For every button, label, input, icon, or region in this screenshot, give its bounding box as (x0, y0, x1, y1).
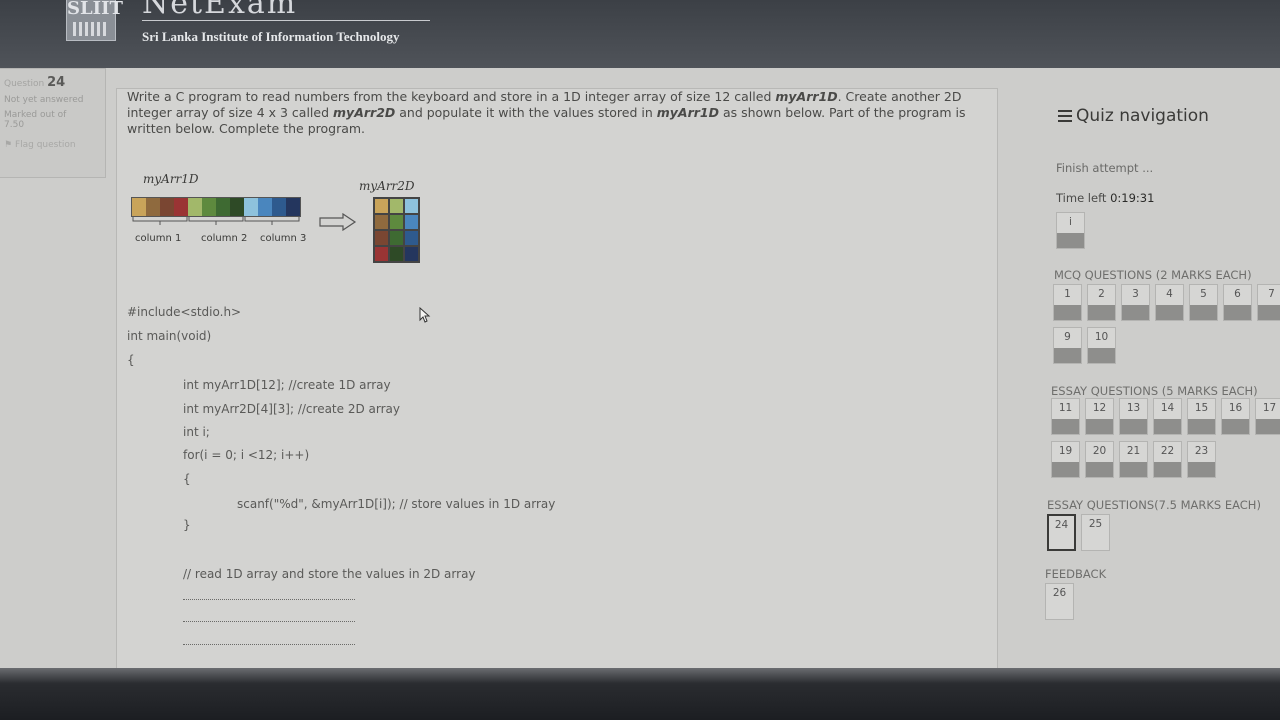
essay5-section-title: ESSAY QUESTIONS (5 MARKS EACH) (1051, 384, 1258, 398)
question-panel: Write a C program to read numbers from t… (116, 88, 998, 670)
array-2d-cell (404, 198, 419, 214)
array-1d-cell (286, 198, 300, 216)
array-1d-cell (230, 198, 244, 216)
mcq-section-title: MCQ QUESTIONS (2 MARKS EACH) (1054, 268, 1252, 282)
question-nav-button-26[interactable]: 26 (1045, 583, 1074, 620)
figure-label-2d: myArr2D (359, 179, 415, 193)
timer: Time left 0:19:31 (1056, 191, 1155, 205)
array-1d-cell (132, 198, 146, 216)
array-2d-cell (374, 198, 389, 214)
array-2d-cell (389, 214, 404, 230)
array-2d-cell (389, 246, 404, 262)
code-line: { (183, 472, 191, 486)
array-1d-cell (160, 198, 174, 216)
page-content: Question 24 Not yet answered Marked out … (0, 68, 1280, 670)
question-nav-button-14[interactable]: 14 (1153, 398, 1182, 435)
array-1d-cell (146, 198, 160, 216)
code-line: int myArr1D[12]; //create 1D array (183, 378, 391, 392)
code-line: int i; (183, 425, 210, 439)
question-text: Write a C program to read numbers from t… (127, 89, 966, 136)
answer-blank-line[interactable] (183, 621, 355, 622)
question-nav-button-23[interactable]: 23 (1187, 441, 1216, 478)
answer-blank-line[interactable] (183, 599, 355, 600)
info-page-button[interactable]: i (1056, 212, 1085, 249)
code-line: } (183, 518, 191, 532)
array-2d-cell (404, 214, 419, 230)
flag-icon: ⚑ (4, 140, 13, 150)
question-nav-button-3[interactable]: 3 (1121, 284, 1150, 321)
question-nav-button-11[interactable]: 11 (1051, 398, 1080, 435)
quiz-navigation-block: Quiz navigation Finish attempt ... Time … (1040, 68, 1280, 668)
question-marks: Marked out of 7.50 (4, 110, 67, 130)
array-1d-cell (272, 198, 286, 216)
question-nav-button-9[interactable]: 9 (1053, 327, 1082, 364)
code-line: int myArr2D[4][3]; //create 2D array (183, 402, 400, 416)
sliit-logo: SLIIT (66, 0, 123, 41)
brand-divider (142, 20, 430, 21)
array-1d-cell (258, 198, 272, 216)
column-2-label: column 2 (201, 233, 248, 244)
question-nav-button-19[interactable]: 19 (1051, 441, 1080, 478)
finish-attempt-link[interactable]: Finish attempt ... (1056, 161, 1153, 175)
array-1d-cell (244, 198, 258, 216)
code-line: #include<stdio.h> (127, 305, 242, 319)
question-nav-button-22[interactable]: 22 (1153, 441, 1182, 478)
code-line: int main(void) (127, 329, 212, 343)
column-brackets (132, 216, 300, 225)
question-nav-button-2[interactable]: 2 (1087, 284, 1116, 321)
question-nav-button-21[interactable]: 21 (1119, 441, 1148, 478)
question-nav-button-17[interactable]: 17 (1255, 398, 1280, 435)
question-nav-button-1[interactable]: 1 (1053, 284, 1082, 321)
institute-name: Sri Lanka Institute of Information Techn… (142, 29, 400, 44)
question-nav-button-25[interactable]: 25 (1081, 514, 1110, 551)
code-comment: // read 1D array and store the values in… (183, 567, 476, 581)
question-nav-button-16[interactable]: 16 (1221, 398, 1250, 435)
code-line: { (127, 353, 135, 367)
question-nav-button-13[interactable]: 13 (1119, 398, 1148, 435)
question-status: Not yet answered (4, 95, 84, 105)
array-2d-cell (389, 198, 404, 214)
array-2d-figure (373, 197, 420, 263)
figure-label-1d: myArr1D (143, 172, 199, 186)
array-2d-cell (374, 214, 389, 230)
array-1d-cell (216, 198, 230, 216)
question-nav-button-5[interactable]: 5 (1189, 284, 1218, 321)
feedback-section-title: FEEDBACK (1045, 567, 1107, 581)
right-arrow-icon (319, 213, 357, 231)
question-nav-button-7[interactable]: 7 (1257, 284, 1280, 321)
site-header: SLIIT NetExam Sri Lanka Institute of Inf… (0, 0, 1280, 70)
array-2d-cell (374, 230, 389, 246)
question-number: Question 24 (4, 75, 66, 90)
question-nav-button-24[interactable]: 24 (1047, 514, 1076, 551)
array-2d-cell (404, 230, 419, 246)
quiz-navigation-title: Quiz navigation (1058, 106, 1209, 126)
column-1-label: column 1 (135, 233, 182, 244)
question-nav-button-15[interactable]: 15 (1187, 398, 1216, 435)
array-1d-cell (202, 198, 216, 216)
array-1d-figure (131, 197, 301, 217)
column-3-label: column 3 (260, 233, 307, 244)
menu-icon (1058, 107, 1072, 125)
mouse-cursor-icon (419, 307, 431, 323)
array-2d-cell (404, 246, 419, 262)
logo-text: SLIIT (67, 0, 123, 19)
monitor-bezel (0, 668, 1280, 720)
question-info-box: Question 24 Not yet answered Marked out … (0, 68, 106, 178)
question-nav-button-4[interactable]: 4 (1155, 284, 1184, 321)
code-line: scanf("%d", &myArr1D[i]); // store value… (237, 497, 556, 511)
question-nav-button-12[interactable]: 12 (1085, 398, 1114, 435)
brand-title: NetExam (142, 0, 298, 21)
question-nav-button-6[interactable]: 6 (1223, 284, 1252, 321)
code-line: for(i = 0; i <12; i++) (183, 448, 310, 462)
essay75-section-title: ESSAY QUESTIONS(7.5 MARKS EACH) (1047, 498, 1261, 512)
answer-blank-line[interactable] (183, 644, 355, 645)
question-nav-button-20[interactable]: 20 (1085, 441, 1114, 478)
flag-question-link[interactable]: ⚑ Flag question (4, 140, 105, 150)
array-2d-cell (374, 246, 389, 262)
array-1d-cell (188, 198, 202, 216)
question-nav-button-10[interactable]: 10 (1087, 327, 1116, 364)
array-2d-cell (389, 230, 404, 246)
array-1d-cell (174, 198, 188, 216)
logo-emblem (73, 22, 109, 36)
